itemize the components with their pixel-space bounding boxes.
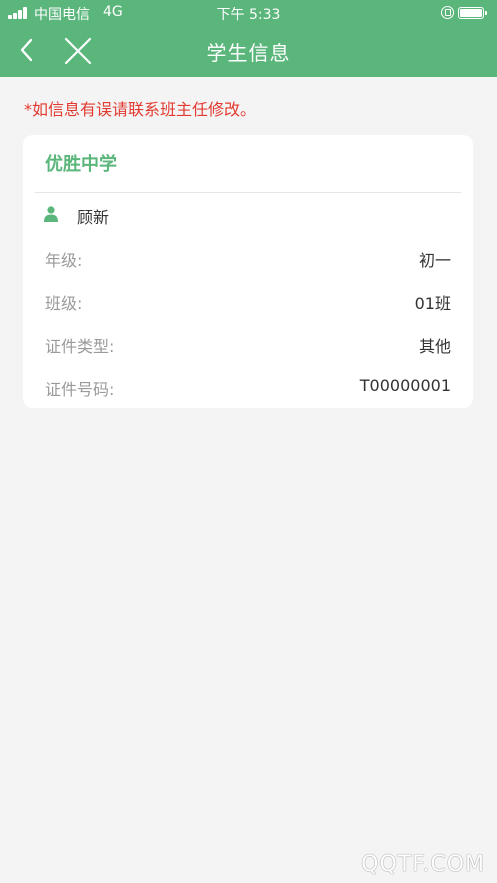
divider	[35, 192, 461, 193]
info-row-id-type: 证件类型: 其他	[45, 333, 451, 357]
student-name: 顾新	[77, 208, 110, 227]
row-label: 班级:	[45, 294, 83, 313]
row-value: 其他	[418, 337, 451, 356]
info-row-id-number: 证件号码: T00000001	[45, 376, 451, 400]
row-label: 证件类型:	[45, 337, 115, 356]
row-value: T00000001	[359, 376, 451, 395]
status-time: 下午 5:33	[216, 7, 281, 23]
student-info-card: 优胜中学 顾新 年级: 初一 班级: 01班 证件类型: 其他 证件号码: T0…	[23, 135, 473, 408]
row-label: 年级:	[45, 251, 83, 270]
watermark: QQTF.COM	[361, 852, 485, 877]
info-row-class: 班级: 01班	[45, 290, 451, 314]
notice-text: *如信息有误请联系班主任修改。	[24, 100, 257, 119]
status-bar: 中国电信 4G 下午 5:33	[0, 0, 497, 26]
person-icon	[44, 206, 58, 222]
page-title: 学生信息	[206, 41, 291, 65]
info-row-grade: 年级: 初一	[45, 247, 451, 271]
header-bar: 中国电信 4G 下午 5:33 学生信息	[0, 0, 497, 77]
rotation-lock-icon	[441, 6, 454, 19]
school-name: 优胜中学	[45, 154, 117, 175]
row-label: 证件号码:	[45, 380, 115, 399]
battery-icon	[458, 7, 487, 19]
row-value: 01班	[414, 294, 451, 313]
row-value: 初一	[418, 251, 451, 270]
